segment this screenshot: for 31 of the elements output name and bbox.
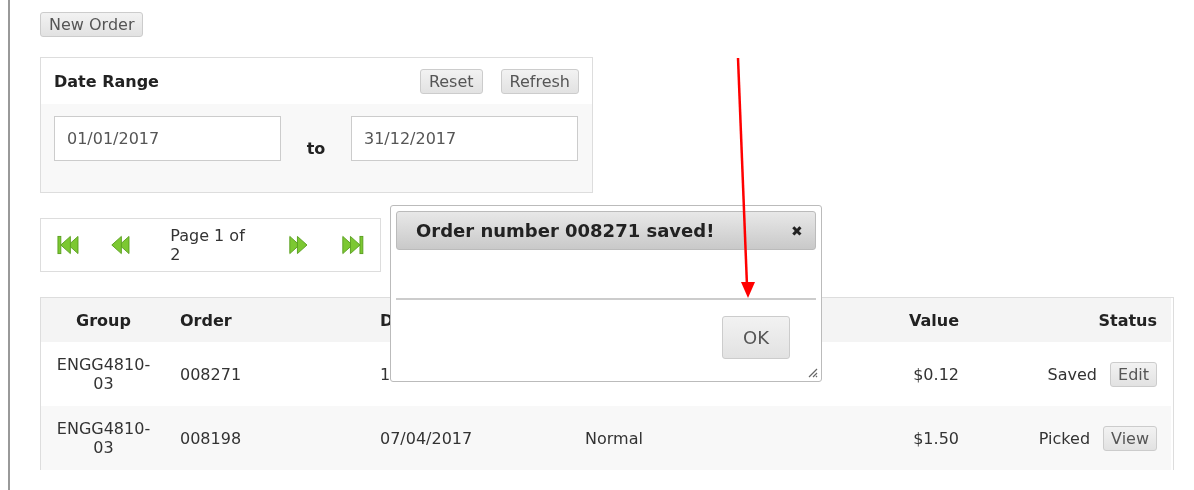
table-cell: $0.12 (913, 364, 959, 384)
table-cell: Picked (1038, 428, 1091, 448)
table-cell: 008271 (180, 364, 242, 384)
table-cell: 07/04/2017 (380, 428, 473, 448)
table-cell: ENGG4810-03 (55, 419, 152, 457)
column-header: Status (1098, 310, 1157, 330)
panel-title: Date Range (54, 72, 160, 91)
new-order-button[interactable]: New Order (40, 12, 144, 37)
table-cell: ENGG4810-03 (55, 355, 152, 393)
resize-grip-icon[interactable] (806, 366, 818, 378)
table-cell: 008198 (180, 428, 242, 448)
start-date-field[interactable]: 01/01/2017 (54, 116, 281, 161)
first-page-icon[interactable] (57, 234, 82, 256)
table-cell: Normal (585, 428, 643, 448)
page-label: Page 1 of 2 (170, 226, 247, 264)
close-button[interactable]: ✖ (791, 222, 803, 239)
reset-button[interactable]: Reset (419, 69, 483, 94)
range-separator: to (305, 138, 327, 158)
table-cell: $1.50 (913, 428, 959, 448)
ok-button[interactable]: OK (722, 316, 790, 359)
table-cell: 1 (380, 364, 391, 384)
last-page-icon[interactable] (339, 234, 364, 256)
column-header: Value (908, 310, 959, 330)
column-header: Group (76, 310, 131, 330)
dialog-title: Order number 008271 saved! (416, 220, 716, 241)
end-date-field[interactable]: 31/12/2017 (351, 116, 578, 161)
refresh-button[interactable]: Refresh (500, 69, 579, 94)
row-action-button[interactable]: Edit (1110, 361, 1157, 387)
column-header: Order (180, 310, 232, 330)
table-cell: Saved (1047, 364, 1097, 384)
row-action-button[interactable]: View (1103, 425, 1157, 451)
